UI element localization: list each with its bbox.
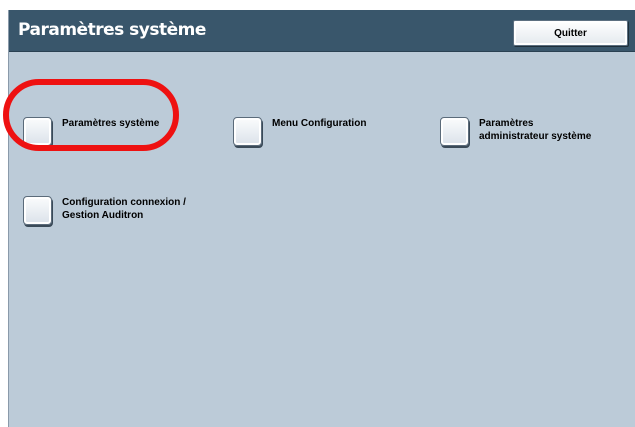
option-system-settings[interactable]: Paramètres système	[23, 117, 159, 146]
title-bar: Paramètres système Quitter	[9, 10, 635, 52]
option-label: Paramètres administrateur système	[479, 118, 592, 142]
option-admin-settings[interactable]: Paramètres administrateur système	[440, 117, 591, 146]
page-title: Paramètres système	[18, 20, 206, 40]
checkbox-icon[interactable]	[23, 117, 52, 146]
option-login-setup-auditron[interactable]: Configuration connexion / Gestion Auditr…	[23, 196, 186, 225]
system-settings-panel: Paramètres système Quitter Paramètres sy…	[8, 10, 635, 427]
checkbox-icon[interactable]	[233, 117, 262, 146]
checkbox-icon[interactable]	[23, 196, 52, 225]
checkbox-icon[interactable]	[440, 117, 469, 146]
quit-button[interactable]: Quitter	[513, 20, 628, 46]
option-setup-menu[interactable]: Menu Configuration	[233, 117, 366, 146]
option-label: Paramètres système	[62, 118, 160, 129]
option-label: Configuration connexion / Gestion Auditr…	[62, 197, 186, 221]
option-label: Menu Configuration	[272, 118, 367, 129]
